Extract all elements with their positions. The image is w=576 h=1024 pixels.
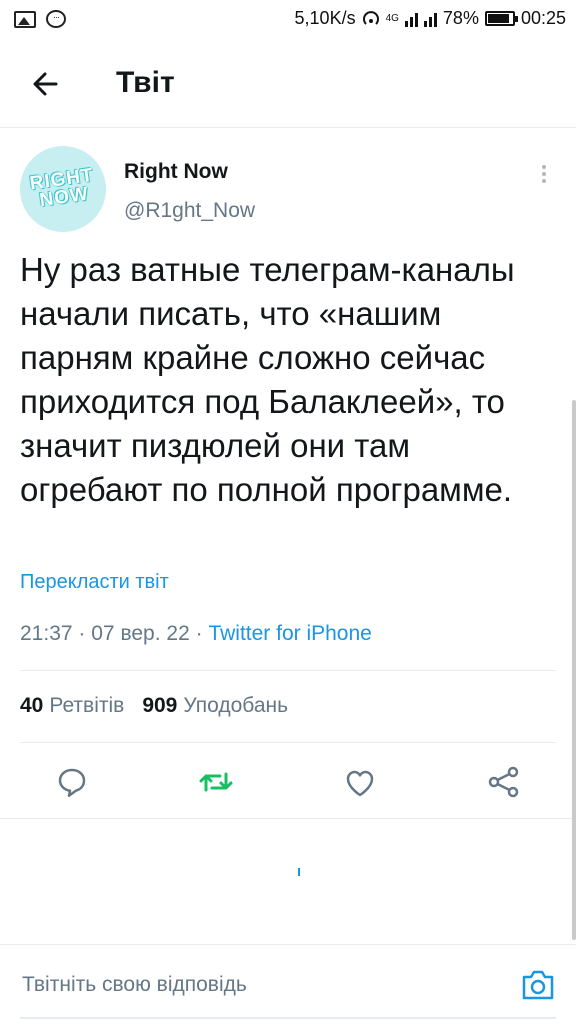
likes-count: 909: [142, 694, 178, 717]
tweet-stats: 40 Ретвітів 909 Уподобань: [20, 694, 288, 718]
share-icon: [488, 766, 519, 798]
meta-separator: ·: [195, 622, 203, 645]
chat-notification-icon: ···: [46, 10, 66, 28]
avatar-logo: RIGHT NOW: [28, 164, 95, 212]
author-handle[interactable]: @R1ght_Now: [124, 199, 255, 223]
signal-icon: [404, 12, 437, 27]
heart-icon: [346, 770, 374, 797]
more-dot-icon: [542, 179, 546, 183]
like-button[interactable]: [340, 762, 380, 802]
loading-indicator: [298, 868, 300, 876]
author-avatar[interactable]: RIGHT NOW: [20, 146, 106, 232]
retweets-count: 40: [20, 694, 44, 717]
battery-icon: [484, 11, 518, 26]
translate-tweet-link[interactable]: Перекласти твіт: [20, 571, 169, 594]
camera-icon: [522, 970, 554, 1000]
retweets-label: Ретвітів: [49, 694, 125, 717]
tweet-date: 07 вер. 22: [91, 622, 190, 645]
network-type: 4G: [385, 13, 399, 24]
meta-separator: ·: [78, 622, 86, 645]
retweet-button[interactable]: [196, 762, 236, 802]
retweets-stat[interactable]: 40 Ретвітів: [20, 694, 124, 718]
camera-button[interactable]: [518, 967, 558, 1003]
back-button[interactable]: [26, 64, 66, 104]
likes-label: Уподобань: [183, 694, 289, 717]
battery-percent: 78%: [442, 8, 479, 28]
page-title: Твіт: [116, 66, 175, 99]
clock: 00:25: [520, 8, 566, 28]
scrollbar[interactable]: [572, 400, 576, 940]
more-options-button[interactable]: [532, 160, 556, 188]
reply-bar: Твітніть свою відповідь: [0, 944, 576, 1024]
image-notification-icon: [14, 10, 36, 28]
tweet-source-link[interactable]: Twitter for iPhone: [208, 622, 371, 645]
retweet-icon: [199, 772, 233, 792]
reply-icon: [58, 768, 86, 798]
tweet-text: Ну раз ватные телеграм-каналы начали пис…: [20, 251, 515, 508]
arrow-left-icon: [33, 72, 58, 96]
reply-button[interactable]: [52, 762, 92, 802]
author-name[interactable]: Right Now: [124, 160, 228, 184]
divider: [0, 818, 576, 819]
more-dot-icon: [542, 172, 546, 176]
top-app-bar: Твіт: [0, 40, 576, 128]
tweet-actions: [0, 748, 576, 814]
divider: [20, 670, 556, 671]
likes-stat[interactable]: 909 Уподобань: [142, 694, 288, 718]
more-dot-icon: [542, 165, 546, 169]
status-bar: ··· 5,10K/s 4G 78% 00:25: [0, 0, 576, 40]
share-button[interactable]: [484, 762, 524, 802]
divider: [20, 742, 556, 743]
tweet-time: 21:37: [20, 622, 73, 645]
reply-underline: [20, 1017, 556, 1019]
hotspot-icon: [362, 10, 379, 25]
network-speed: 5,10K/s: [294, 8, 356, 28]
reply-input[interactable]: Твітніть свою відповідь: [22, 973, 247, 997]
tweet-meta: 21:37 · 07 вер. 22 · Twitter for iPhone: [20, 622, 372, 646]
